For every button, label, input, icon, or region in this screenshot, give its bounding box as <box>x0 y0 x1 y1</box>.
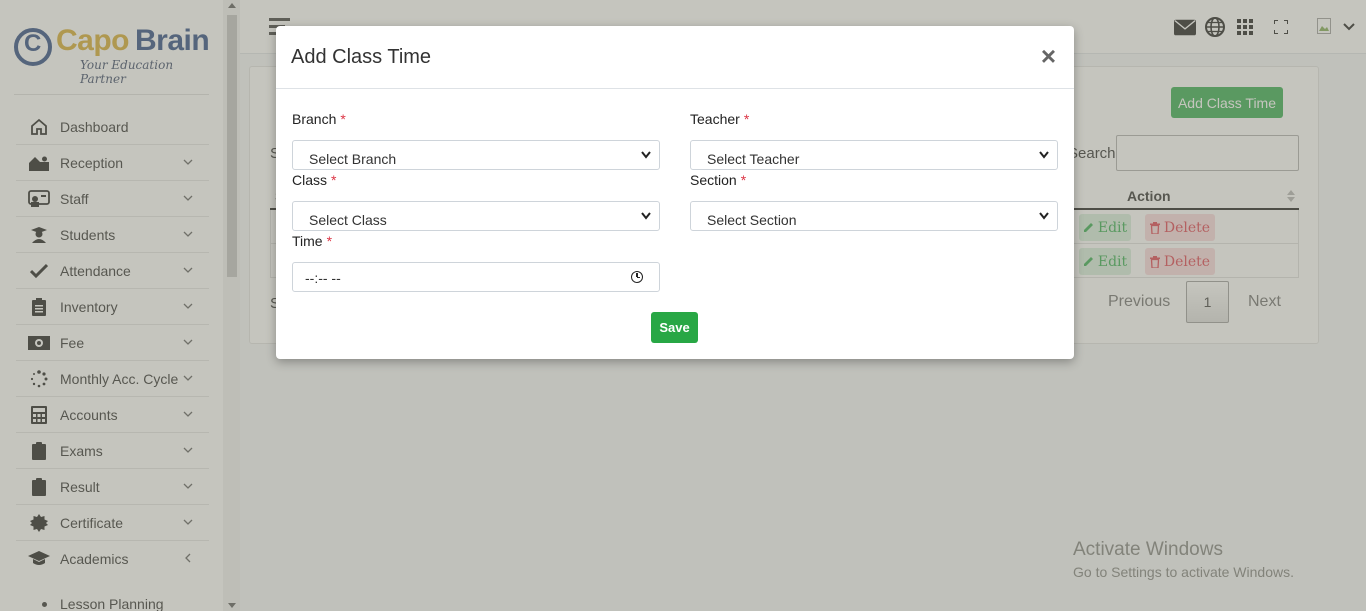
class-label: Class * <box>292 172 337 188</box>
section-label: Section * <box>690 172 747 188</box>
clock-icon[interactable] <box>631 271 643 283</box>
teacher-field-group: Teacher * Select Teacher <box>690 111 1058 170</box>
add-class-time-modal: Add Class Time × Branch * Select Branch T… <box>276 26 1074 359</box>
activate-windows-subtitle: Go to Settings to activate Windows. <box>1073 564 1294 580</box>
class-field-group: Class * Select Class <box>292 172 660 231</box>
time-input-value: --:-- -- <box>305 270 341 286</box>
branch-select-value: Select Branch <box>309 151 397 167</box>
activate-windows-title: Activate Windows <box>1073 539 1223 560</box>
section-select[interactable]: Select Section <box>690 201 1058 231</box>
class-select[interactable]: Select Class <box>292 201 660 231</box>
branch-label: Branch * <box>292 111 346 127</box>
chevron-down-icon <box>641 151 651 159</box>
chevron-down-icon <box>1039 212 1049 220</box>
branch-field-group: Branch * Select Branch <box>292 111 660 170</box>
time-field-group: Time * --:-- -- <box>292 233 660 292</box>
class-select-value: Select Class <box>309 212 387 228</box>
save-button[interactable]: Save <box>651 312 698 343</box>
time-label: Time * <box>292 233 333 249</box>
chevron-down-icon <box>641 212 651 220</box>
teacher-label: Teacher * <box>690 111 750 127</box>
chevron-down-icon <box>1039 151 1049 159</box>
teacher-select[interactable]: Select Teacher <box>690 140 1058 170</box>
teacher-select-value: Select Teacher <box>707 151 800 167</box>
modal-header: Add Class Time × <box>276 26 1074 89</box>
branch-select[interactable]: Select Branch <box>292 140 660 170</box>
close-icon[interactable]: × <box>1041 43 1056 69</box>
modal-title: Add Class Time <box>291 46 432 68</box>
section-select-value: Select Section <box>707 212 797 228</box>
section-field-group: Section * Select Section <box>690 172 1058 231</box>
time-input[interactable]: --:-- -- <box>292 262 660 292</box>
